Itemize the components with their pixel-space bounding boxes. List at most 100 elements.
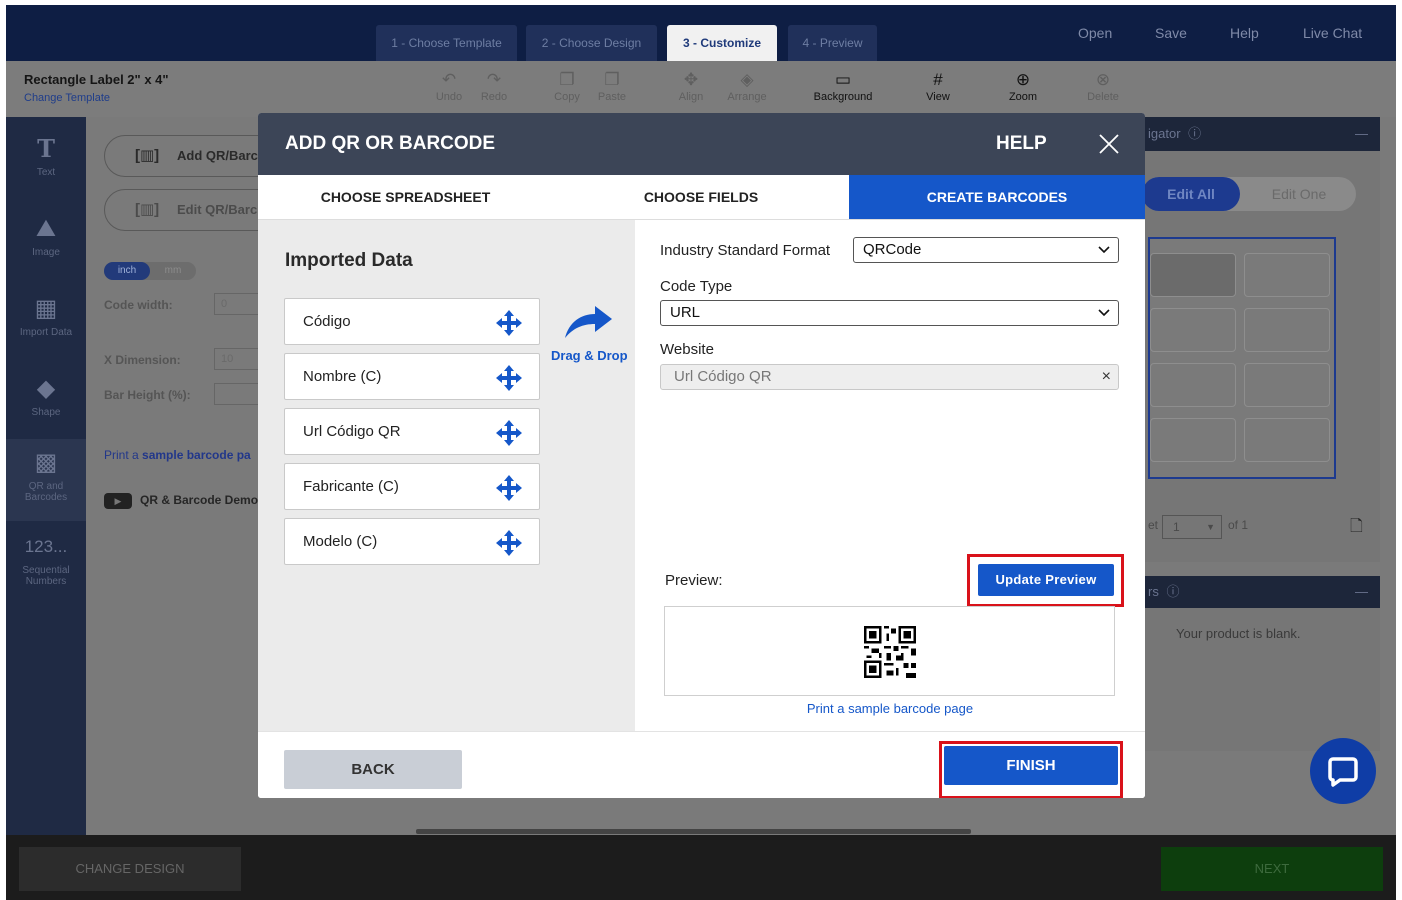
live-chat-button[interactable] xyxy=(1310,738,1376,804)
redo-button[interactable]: ↷ Redo xyxy=(459,69,529,103)
sample-barcode-link[interactable]: sample barcode pa xyxy=(142,448,251,462)
top-navigation: 1 - Choose Template 2 - Choose Design 3 … xyxy=(6,5,1396,61)
arrange-icon: ◈ xyxy=(740,70,754,89)
code-type-select[interactable]: URL xyxy=(660,300,1119,326)
sheet-thumbnail[interactable] xyxy=(1148,237,1336,479)
tab-create-barcodes[interactable]: CREATE BARCODES xyxy=(849,175,1145,219)
info-icon: ⓘ xyxy=(1166,584,1180,599)
tab-preview[interactable]: 4 - Preview xyxy=(788,25,877,61)
info-icon: ⓘ xyxy=(1188,126,1202,141)
draggable-field[interactable]: Nombre (C) xyxy=(284,353,540,400)
website-field[interactable]: Url Código QR × xyxy=(660,364,1119,390)
draggable-field[interactable]: Código xyxy=(284,298,540,345)
field-label: Fabricante (C) xyxy=(303,478,399,495)
sidebar-item-label: Barcodes xyxy=(24,492,68,503)
tools-sidebar: T Text ⛰ Image ▦ Import Data ◆ Shape ▩ Q… xyxy=(6,117,86,835)
view-button[interactable]: # View xyxy=(903,69,973,103)
arrange-button[interactable]: ◈ Arrange xyxy=(712,69,782,103)
sidebar-item-text[interactable]: T Text xyxy=(6,131,86,178)
navigator-title: igator xyxy=(1148,126,1181,141)
change-design-button[interactable]: CHANGE DESIGN xyxy=(19,847,241,891)
move-icon[interactable] xyxy=(495,419,523,447)
move-icon[interactable] xyxy=(495,364,523,392)
modal-help-link[interactable]: HELP xyxy=(996,133,1047,155)
unit-inch[interactable]: inch xyxy=(104,262,150,280)
tab-choose-design[interactable]: 2 - Choose Design xyxy=(526,25,657,61)
unit-toggle[interactable]: inch mm xyxy=(104,262,196,280)
edit-qr-label: Edit QR/Barc xyxy=(177,202,258,217)
numbers-icon: 123... xyxy=(24,537,68,556)
next-button[interactable]: NEXT xyxy=(1161,847,1383,891)
sidebar-item-label: Sequential xyxy=(22,565,70,576)
sidebar-item-import-data[interactable]: ▦ Import Data xyxy=(6,291,86,338)
sidebar-item-label: Numbers xyxy=(25,576,67,587)
field-label: Nombre (C) xyxy=(303,368,382,385)
open-link[interactable]: Open xyxy=(1078,25,1112,41)
unit-mm[interactable]: mm xyxy=(150,262,196,280)
tab-customize[interactable]: 3 - Customize xyxy=(667,25,777,61)
edit-one-option[interactable]: Edit One xyxy=(1242,177,1356,211)
label-cell[interactable] xyxy=(1150,253,1236,297)
add-qr-barcode-modal: ADD QR OR BARCODE HELP CHOOSE SPREADSHEE… xyxy=(258,113,1145,798)
close-icon[interactable] xyxy=(1096,131,1122,157)
tab-choose-spreadsheet[interactable]: CHOOSE SPREADSHEET xyxy=(258,175,553,219)
live-chat-link[interactable]: Live Chat xyxy=(1303,25,1362,41)
sidebar-item-image[interactable]: ⛰ Image xyxy=(6,211,86,258)
horizontal-scrollbar[interactable] xyxy=(416,829,971,834)
save-link[interactable]: Save xyxy=(1155,25,1187,41)
draggable-field[interactable]: Modelo (C) xyxy=(284,518,540,565)
arrange-label: Arrange xyxy=(727,91,767,103)
barcode-demo-link[interactable]: ▶ QR & Barcode Demo xyxy=(104,493,258,509)
label-cell[interactable] xyxy=(1150,418,1236,462)
add-qr-label: Add QR/Barc xyxy=(177,148,258,163)
label-cell[interactable] xyxy=(1244,363,1330,407)
edit-mode-toggle[interactable]: Edit All Edit One xyxy=(1142,177,1356,211)
zoom-icon: ⊕ xyxy=(1015,70,1031,89)
add-sheet-icon[interactable]: 🗋 xyxy=(1350,515,1363,542)
code-width-label: Code width: xyxy=(104,298,173,312)
barcode-icon: [▥] xyxy=(135,147,160,164)
drag-drop-label: Drag & Drop xyxy=(551,348,628,363)
sample-barcode-page-link[interactable]: Print a sample barcode page xyxy=(635,701,1145,716)
clear-icon[interactable]: × xyxy=(1102,365,1111,389)
paste-button[interactable]: ❐ Paste xyxy=(577,69,647,103)
app-window: 1 - Choose Template 2 - Choose Design 3 … xyxy=(6,5,1396,900)
label-cell[interactable] xyxy=(1244,418,1330,462)
move-icon[interactable] xyxy=(495,529,523,557)
draggable-field[interactable]: Url Código QR xyxy=(284,408,540,455)
tab-choose-fields[interactable]: CHOOSE FIELDS xyxy=(553,175,849,219)
sheet-select[interactable]: 1 ▼ xyxy=(1162,515,1222,539)
x-dimension-label: X Dimension: xyxy=(104,353,181,367)
zoom-button[interactable]: ⊕ Zoom xyxy=(988,69,1058,103)
sidebar-item-label: Text xyxy=(36,167,56,178)
change-template-link[interactable]: Change Template xyxy=(24,92,110,104)
delete-button[interactable]: ⊗ Delete xyxy=(1068,69,1138,103)
label-cell[interactable] xyxy=(1150,308,1236,352)
draggable-field[interactable]: Fabricante (C) xyxy=(284,463,540,510)
update-preview-button[interactable]: Update Preview xyxy=(978,564,1114,596)
chevron-down-icon xyxy=(1098,246,1110,254)
edit-all-option[interactable]: Edit All xyxy=(1142,177,1240,211)
back-button[interactable]: BACK xyxy=(284,750,462,789)
view-label: View xyxy=(926,91,950,103)
format-select[interactable]: QRCode xyxy=(853,237,1119,263)
copy-label: Copy xyxy=(554,91,580,103)
collapse-icon[interactable]: — xyxy=(1355,576,1368,608)
layers-title: rs xyxy=(1148,584,1159,599)
finish-button[interactable]: FINISH xyxy=(944,746,1118,785)
label-cell[interactable] xyxy=(1244,253,1330,297)
label-cell[interactable] xyxy=(1150,363,1236,407)
move-icon[interactable] xyxy=(495,309,523,337)
tab-choose-template[interactable]: 1 - Choose Template xyxy=(376,25,517,61)
sidebar-item-shape[interactable]: ◆ Shape xyxy=(6,371,86,418)
sidebar-item-qr-barcodes[interactable]: ▩ QR and Barcodes xyxy=(6,439,86,521)
sidebar-item-sequential[interactable]: 123... Sequential Numbers xyxy=(6,529,86,587)
help-link[interactable]: Help xyxy=(1230,25,1259,41)
collapse-icon[interactable]: — xyxy=(1355,117,1368,151)
imported-data-title: Imported Data xyxy=(285,250,413,271)
sheet-selector-row: et 1 ▼ of 1 🗋 xyxy=(1142,515,1380,539)
sheet-value: 1 xyxy=(1173,520,1180,534)
move-icon[interactable] xyxy=(495,474,523,502)
background-button[interactable]: ▭ Background xyxy=(808,69,878,103)
label-cell[interactable] xyxy=(1244,308,1330,352)
